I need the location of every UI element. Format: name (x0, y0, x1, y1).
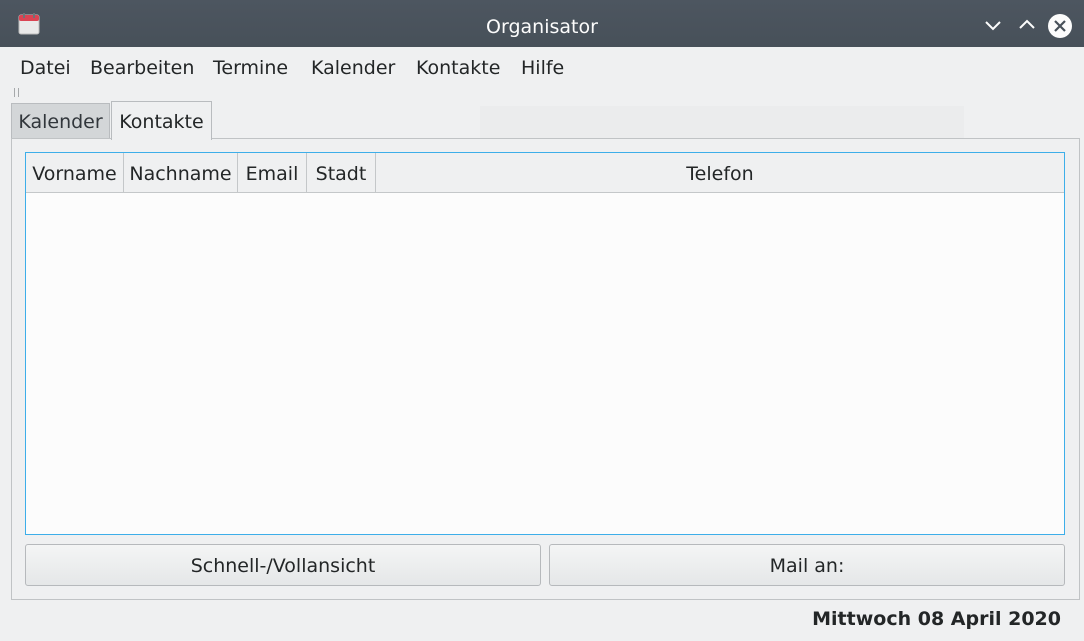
close-icon[interactable] (1047, 13, 1073, 39)
table-header: Vorname Nachname Email Stadt Telefon (26, 153, 1064, 193)
menu-bar: Datei Bearbeiten Termine Kalender Kontak… (0, 47, 1084, 89)
contacts-table[interactable]: Vorname Nachname Email Stadt Telefon (25, 152, 1065, 535)
column-header-nachname[interactable]: Nachname (124, 153, 238, 192)
tab-kontakte[interactable]: Kontakte (111, 101, 212, 140)
window-title: Organisator (486, 16, 598, 38)
minimize-icon[interactable] (982, 14, 1004, 36)
menu-kontakte[interactable]: Kontakte (416, 56, 500, 80)
menu-kalender[interactable]: Kalender (311, 56, 395, 80)
status-date: Mittwoch 08 April 2020 (812, 608, 1061, 630)
column-header-email[interactable]: Email (238, 153, 307, 192)
quick-view-button[interactable]: Schnell-/Vollansicht (25, 544, 541, 586)
title-bar: Organisator (0, 0, 1084, 47)
menu-datei[interactable]: Datei (20, 56, 71, 80)
column-header-telefon[interactable]: Telefon (376, 153, 1064, 192)
column-header-stadt[interactable]: Stadt (307, 153, 376, 192)
mail-to-button[interactable]: Mail an: (549, 544, 1065, 586)
toolbar-grip[interactable] (14, 88, 19, 97)
menu-termine[interactable]: Termine (213, 56, 288, 80)
maximize-icon[interactable] (1016, 14, 1038, 36)
menu-bearbeiten[interactable]: Bearbeiten (90, 56, 194, 80)
menu-hilfe[interactable]: Hilfe (521, 56, 564, 80)
tab-kalender[interactable]: Kalender (11, 103, 110, 139)
column-header-vorname[interactable]: Vorname (26, 153, 124, 192)
